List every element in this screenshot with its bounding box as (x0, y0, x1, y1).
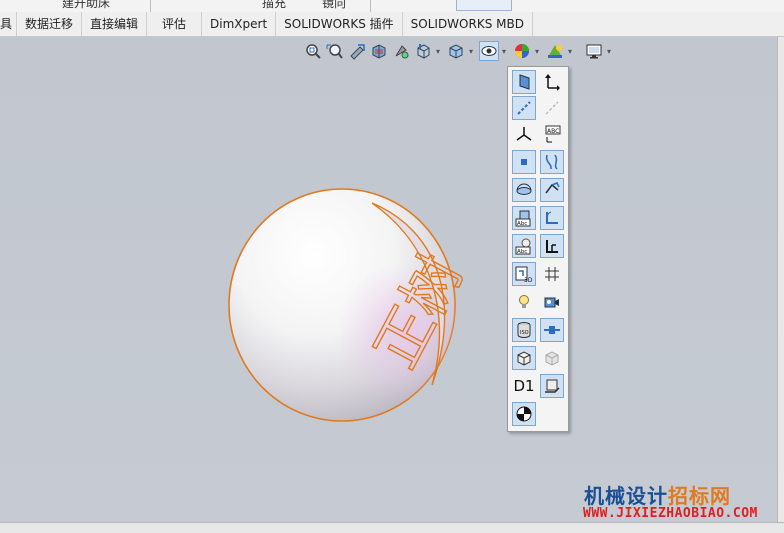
previous-view-icon[interactable] (347, 41, 367, 61)
view-coordinate-systems-icon[interactable] (512, 122, 536, 146)
apply-scene-icon[interactable] (545, 41, 565, 61)
view-parts-icon[interactable] (512, 346, 536, 370)
view-annotation-display-icon[interactable] (540, 374, 564, 398)
view-lights-icon[interactable] (512, 290, 536, 314)
svg-text:Abc: Abc (517, 221, 527, 227)
view-dimension-names-icon[interactable] (540, 346, 564, 370)
tab-dimxpert[interactable]: DimXpert (202, 12, 277, 36)
window-right-border (777, 37, 784, 532)
svg-text:ABC: ABC (547, 128, 559, 135)
edit-appearance-icon[interactable] (512, 41, 532, 61)
svg-text:Abc: Abc (517, 249, 527, 255)
window-bottom-border (0, 522, 784, 533)
ribbon-active-button[interactable] (456, 0, 512, 11)
chevron-down-icon[interactable]: ▾ (605, 47, 613, 56)
chevron-down-icon[interactable]: ▾ (566, 47, 574, 56)
view-3d-sketch-icon[interactable]: 3D (512, 262, 536, 286)
view-orientation-icon[interactable] (413, 41, 433, 61)
view-center-of-mass-icon[interactable] (512, 402, 536, 426)
view-axes-icon[interactable] (540, 70, 564, 94)
hide-show-items-flyout: ABC Abc Abc 3D ISO D1 (507, 66, 569, 432)
tab-data-migration[interactable]: 数据迁移 (17, 12, 83, 36)
ribbon-label-partial[interactable]: 描充 (262, 0, 286, 11)
display-style-icon[interactable] (446, 41, 466, 61)
dynamic-annotation-icon[interactable] (391, 41, 411, 61)
section-view-icon[interactable] (369, 41, 389, 61)
chevron-down-icon[interactable]: ▾ (500, 47, 508, 56)
chevron-down-icon[interactable]: ▾ (533, 47, 541, 56)
svg-text:ISO: ISO (520, 330, 529, 336)
zoom-to-fit-icon[interactable] (303, 41, 323, 61)
tab-tools[interactable]: 具 (0, 12, 18, 36)
watermark-url: WWW.JIXIEZHAOBIAO.COM (583, 506, 758, 521)
ribbon-separator (150, 0, 151, 12)
ribbon-label-partial[interactable]: 建开助床 (62, 0, 110, 11)
view-temporary-axes-icon[interactable] (512, 96, 536, 120)
sphere-model[interactable]: 正树 (222, 185, 466, 433)
watermark-brand-b: 招标网 (668, 484, 731, 508)
chevron-down-icon[interactable]: ▾ (434, 47, 442, 56)
watermark-brand: 机械设计招标网 (584, 480, 731, 509)
chevron-down-icon[interactable]: ▾ (467, 47, 475, 56)
view-setting-icon[interactable] (584, 41, 604, 61)
ribbon-separator (370, 0, 371, 12)
view-planes-icon[interactable] (512, 70, 536, 94)
tab-direct-edit[interactable]: 直接编辑 (82, 12, 148, 36)
view-decals-icon[interactable]: ISO (512, 318, 536, 342)
view-routing-points-icon[interactable] (540, 318, 564, 342)
view-sketch-relations-icon[interactable] (540, 206, 564, 230)
heads-up-view-toolbar: ▾ ▾ ▾ ▾ ▾ ▾ (302, 40, 613, 62)
view-annotation-text-icon[interactable]: Abc (512, 234, 536, 258)
view-weld-bead-icon[interactable] (540, 234, 564, 258)
view-cameras-icon[interactable] (540, 290, 564, 314)
view-annotation-views-icon[interactable]: ABC (540, 122, 564, 146)
tab-evaluate[interactable]: 评估 (147, 12, 203, 36)
svg-text:3D: 3D (524, 277, 533, 283)
hide-show-items-icon[interactable] (479, 41, 499, 61)
view-points-icon[interactable] (512, 150, 536, 174)
view-grid-icon[interactable] (540, 262, 564, 286)
view-curves-icon[interactable] (540, 150, 564, 174)
tab-sw-addins[interactable]: SOLIDWORKS 插件 (276, 12, 403, 36)
tab-sw-mbd[interactable]: SOLIDWORKS MBD (403, 12, 533, 36)
view-sketches-icon[interactable] (512, 178, 536, 202)
zoom-to-area-icon[interactable] (325, 41, 345, 61)
watermark-brand-a: 机械设计 (584, 484, 668, 508)
command-manager-tabs: 具 数据迁移 直接编辑 评估 DimXpert SOLIDWORKS 插件 SO… (0, 12, 784, 37)
d1-label: D1 (513, 377, 535, 395)
view-3d-sketch-planes-icon[interactable] (540, 178, 564, 202)
view-origins-icon[interactable] (540, 96, 564, 120)
ribbon-label-partial[interactable]: 镜向 (322, 0, 346, 11)
dimension-names-label[interactable]: D1 (512, 374, 536, 398)
view-all-annotations-icon[interactable]: Abc (512, 206, 536, 230)
